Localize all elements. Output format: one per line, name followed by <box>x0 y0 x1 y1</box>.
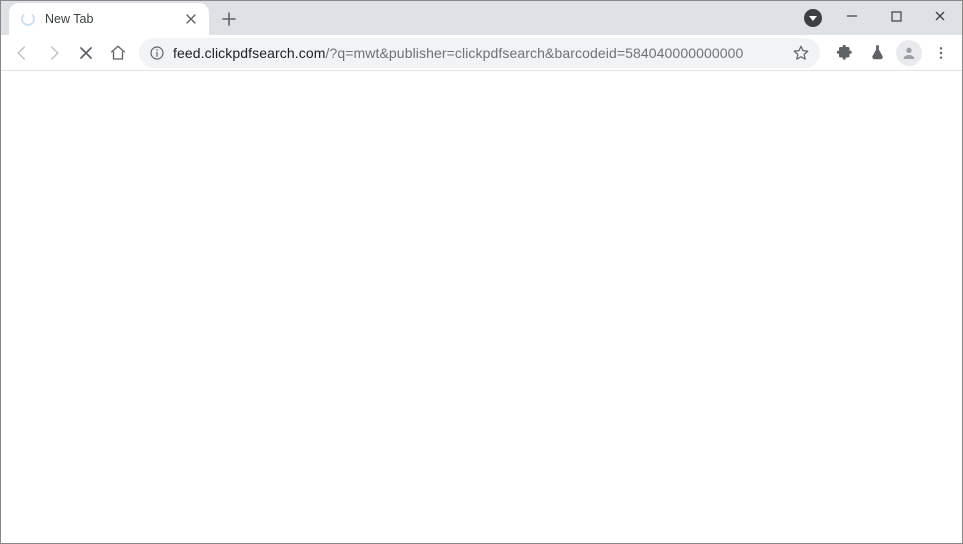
forward-button[interactable] <box>39 38 69 68</box>
extensions-area <box>826 38 956 68</box>
menu-button[interactable] <box>926 38 956 68</box>
maximize-button[interactable] <box>874 1 918 31</box>
avatar-icon <box>896 40 922 66</box>
loading-spinner-icon <box>21 12 35 26</box>
browser-badge-icon[interactable] <box>804 9 822 27</box>
url-text: feed.clickpdfsearch.com/?q=mwt&publisher… <box>173 45 784 61</box>
page-content <box>1 71 962 543</box>
browser-tab[interactable]: New Tab <box>9 3 209 35</box>
url-path: /?q=mwt&publisher=clickpdfsearch&barcode… <box>325 45 743 61</box>
tab-close-button[interactable] <box>183 11 199 27</box>
extension-flask-icon[interactable] <box>862 38 892 68</box>
window-controls <box>830 1 962 31</box>
bookmark-star-icon[interactable] <box>792 44 810 62</box>
tab-title: New Tab <box>45 12 183 26</box>
title-bar: New Tab <box>1 1 962 35</box>
new-tab-button[interactable] <box>215 5 243 33</box>
back-button[interactable] <box>7 38 37 68</box>
url-host: feed.clickpdfsearch.com <box>173 45 325 61</box>
minimize-button[interactable] <box>830 1 874 31</box>
extensions-puzzle-icon[interactable] <box>830 38 860 68</box>
home-button[interactable] <box>103 38 133 68</box>
site-info-icon[interactable] <box>149 45 165 61</box>
address-bar[interactable]: feed.clickpdfsearch.com/?q=mwt&publisher… <box>139 38 820 68</box>
profile-button[interactable] <box>894 38 924 68</box>
stop-reload-button[interactable] <box>71 38 101 68</box>
window-close-button[interactable] <box>918 1 962 31</box>
toolbar: feed.clickpdfsearch.com/?q=mwt&publisher… <box>1 35 962 71</box>
